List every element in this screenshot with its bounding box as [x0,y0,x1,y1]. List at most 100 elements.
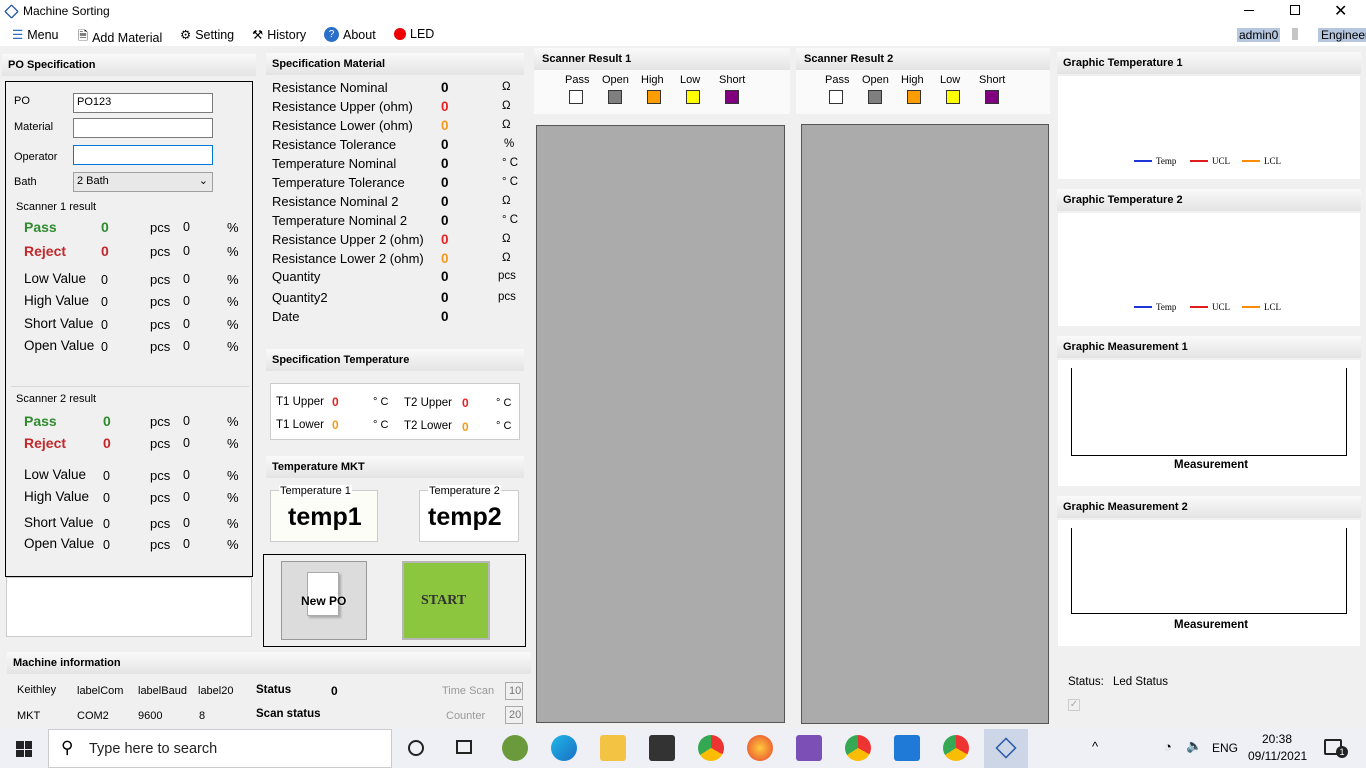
time-scan-input[interactable]: 10 [505,682,523,700]
s2-high-percent: 0 [183,490,190,504]
menu-label: LED [410,27,435,41]
visual-studio-icon[interactable] [796,735,822,761]
legend-text: UCL [1212,156,1230,166]
network-icon[interactable]: ◔ [1164,739,1172,754]
spec-row-label: Resistance Nominal 2 [272,194,399,209]
panel-title: Specification Temperature [266,349,524,371]
s2-reject-label: Reject [24,435,67,451]
spec-row-label: Resistance Upper 2 (ohm) [272,232,424,247]
legend-line [1134,306,1152,308]
panel-title: Machine information [7,652,531,674]
scan1-grid [536,125,785,723]
start-button[interactable]: START [402,561,490,640]
menu-item-history[interactable]: ⚒ History [252,27,306,43]
measurement2-chart: Measurement [1058,520,1360,646]
window-title: Machine Sorting [23,4,110,18]
edge-icon[interactable] [551,735,577,761]
legend-low-label: Low [680,74,701,86]
tray-chevron-icon[interactable]: ^ [1092,739,1098,754]
menu-item-add-material[interactable]: 🗎 Add Material [78,27,162,48]
keithley-label: Keithley [17,684,57,696]
spec-row-unit: Ω [502,195,511,207]
measurement1-xlabel: Measurement [1174,459,1249,471]
spec-row-label: Date [272,309,300,324]
chrome-second-icon[interactable] [943,735,969,761]
legend-open-swatch [608,90,622,104]
file-explorer-icon[interactable] [600,735,626,761]
vscode-icon[interactable] [894,735,920,761]
graphic-measurement2-panel: Graphic Measurement 2 Measurement [1057,496,1361,646]
menu-item-setting[interactable]: ⚙ Setting [180,27,234,43]
operator-label: Operator [14,151,58,163]
s2-low-count: 0 [103,469,110,483]
maximize-icon[interactable] [1290,5,1300,15]
s2-reject-percent-sign: % [227,436,239,451]
operator-input[interactable] [73,145,213,165]
close-icon[interactable]: ✕ [1334,1,1347,21]
status-checkbox[interactable]: ✓ [1068,699,1080,711]
s2-short-percent-sign: % [227,516,239,531]
minimize-icon[interactable] [1244,10,1254,11]
panel-title: Graphic Measurement 1 [1057,336,1361,358]
chrome-icon[interactable] [698,735,724,761]
clock-time[interactable]: 20:38 [1262,732,1292,746]
temperature1-value: temp1 [288,503,362,531]
menu-item-menu[interactable]: ☰ Menu [12,27,59,43]
legend-high-swatch [907,90,921,104]
spec-row-unit: ° C [502,157,519,169]
s1-short-percent-sign: % [227,317,239,332]
timeline-icon[interactable] [456,740,472,754]
po-input[interactable]: PO123 [73,93,213,113]
t2-upper-label: T2 Upper [404,397,452,409]
firefox-icon[interactable] [747,735,773,761]
s1-low-count: 0 [101,273,108,287]
scan-status-label: Scan status [256,708,321,720]
chart-legend-lcl: LCL [1242,156,1281,166]
s1-low-percent: 0 [183,272,190,286]
counter-label: Counter [446,710,486,722]
green-app-icon[interactable] [502,735,528,761]
spec-row-unit: ° C [502,214,519,226]
bath-select[interactable]: 2 Bath ⌄ [73,172,213,192]
new-po-button[interactable]: New PO [281,561,367,640]
task-view-icon[interactable] [408,740,424,756]
legend-high-label: High [901,74,924,86]
com-value: COM2 [77,710,109,722]
baud-value: 9600 [138,710,163,722]
counter-input[interactable]: 20 [505,706,523,724]
s1-open-count: 0 [101,340,108,354]
search-box[interactable]: ⚲ Type here to search [48,729,392,768]
s2-open-count: 0 [103,538,110,552]
temperature-mkt-panel: Temperature MKT Temperature 1 temp1 Temp… [266,456,524,548]
s1-open-label: Open Value [24,338,95,353]
bath-value: 2 Bath [77,175,109,187]
menu-item-about[interactable]: ? About [324,27,376,42]
label-baud: labelBaud [138,685,187,697]
machine-sorting-taskbar-icon[interactable] [984,729,1028,768]
spec-row-label: Resistance Nominal [272,80,388,95]
s2-high-label: High Value [24,489,90,504]
scanner-result1-panel: Scanner Result 1 [534,48,790,728]
t2-lower-label: T2 Lower [404,420,452,432]
menu-item-led[interactable]: LED [394,27,434,41]
legend-text: Temp [1156,302,1177,312]
legend-text: Temp [1156,156,1177,166]
material-input[interactable] [73,118,213,138]
spec-row-label: Temperature Nominal [272,156,397,171]
time-scan-label: Time Scan [442,685,495,697]
help-icon: ? [324,27,339,42]
windows-start-icon[interactable] [16,741,32,757]
search-icon: ⚲ [61,738,74,757]
spec-row-unit: Ω [502,119,511,131]
chrome-user-icon[interactable] [845,735,871,761]
temp-spec-box: T1 Upper 0 ° C T1 Lower 0 ° C T2 Upper 0… [270,383,520,440]
store-icon[interactable] [649,735,675,761]
status-label: Status: [1068,676,1104,688]
temperature1-label: Temperature 1 [279,485,352,497]
clock-date[interactable]: 09/11/2021 [1248,749,1307,763]
language-indicator[interactable]: ENG [1212,741,1238,755]
measurement1-chart: Measurement [1058,360,1360,486]
document-icon: 🗎 [78,29,89,43]
menu-label: Menu [27,27,59,42]
volume-icon[interactable]: 🔈 [1186,738,1202,754]
